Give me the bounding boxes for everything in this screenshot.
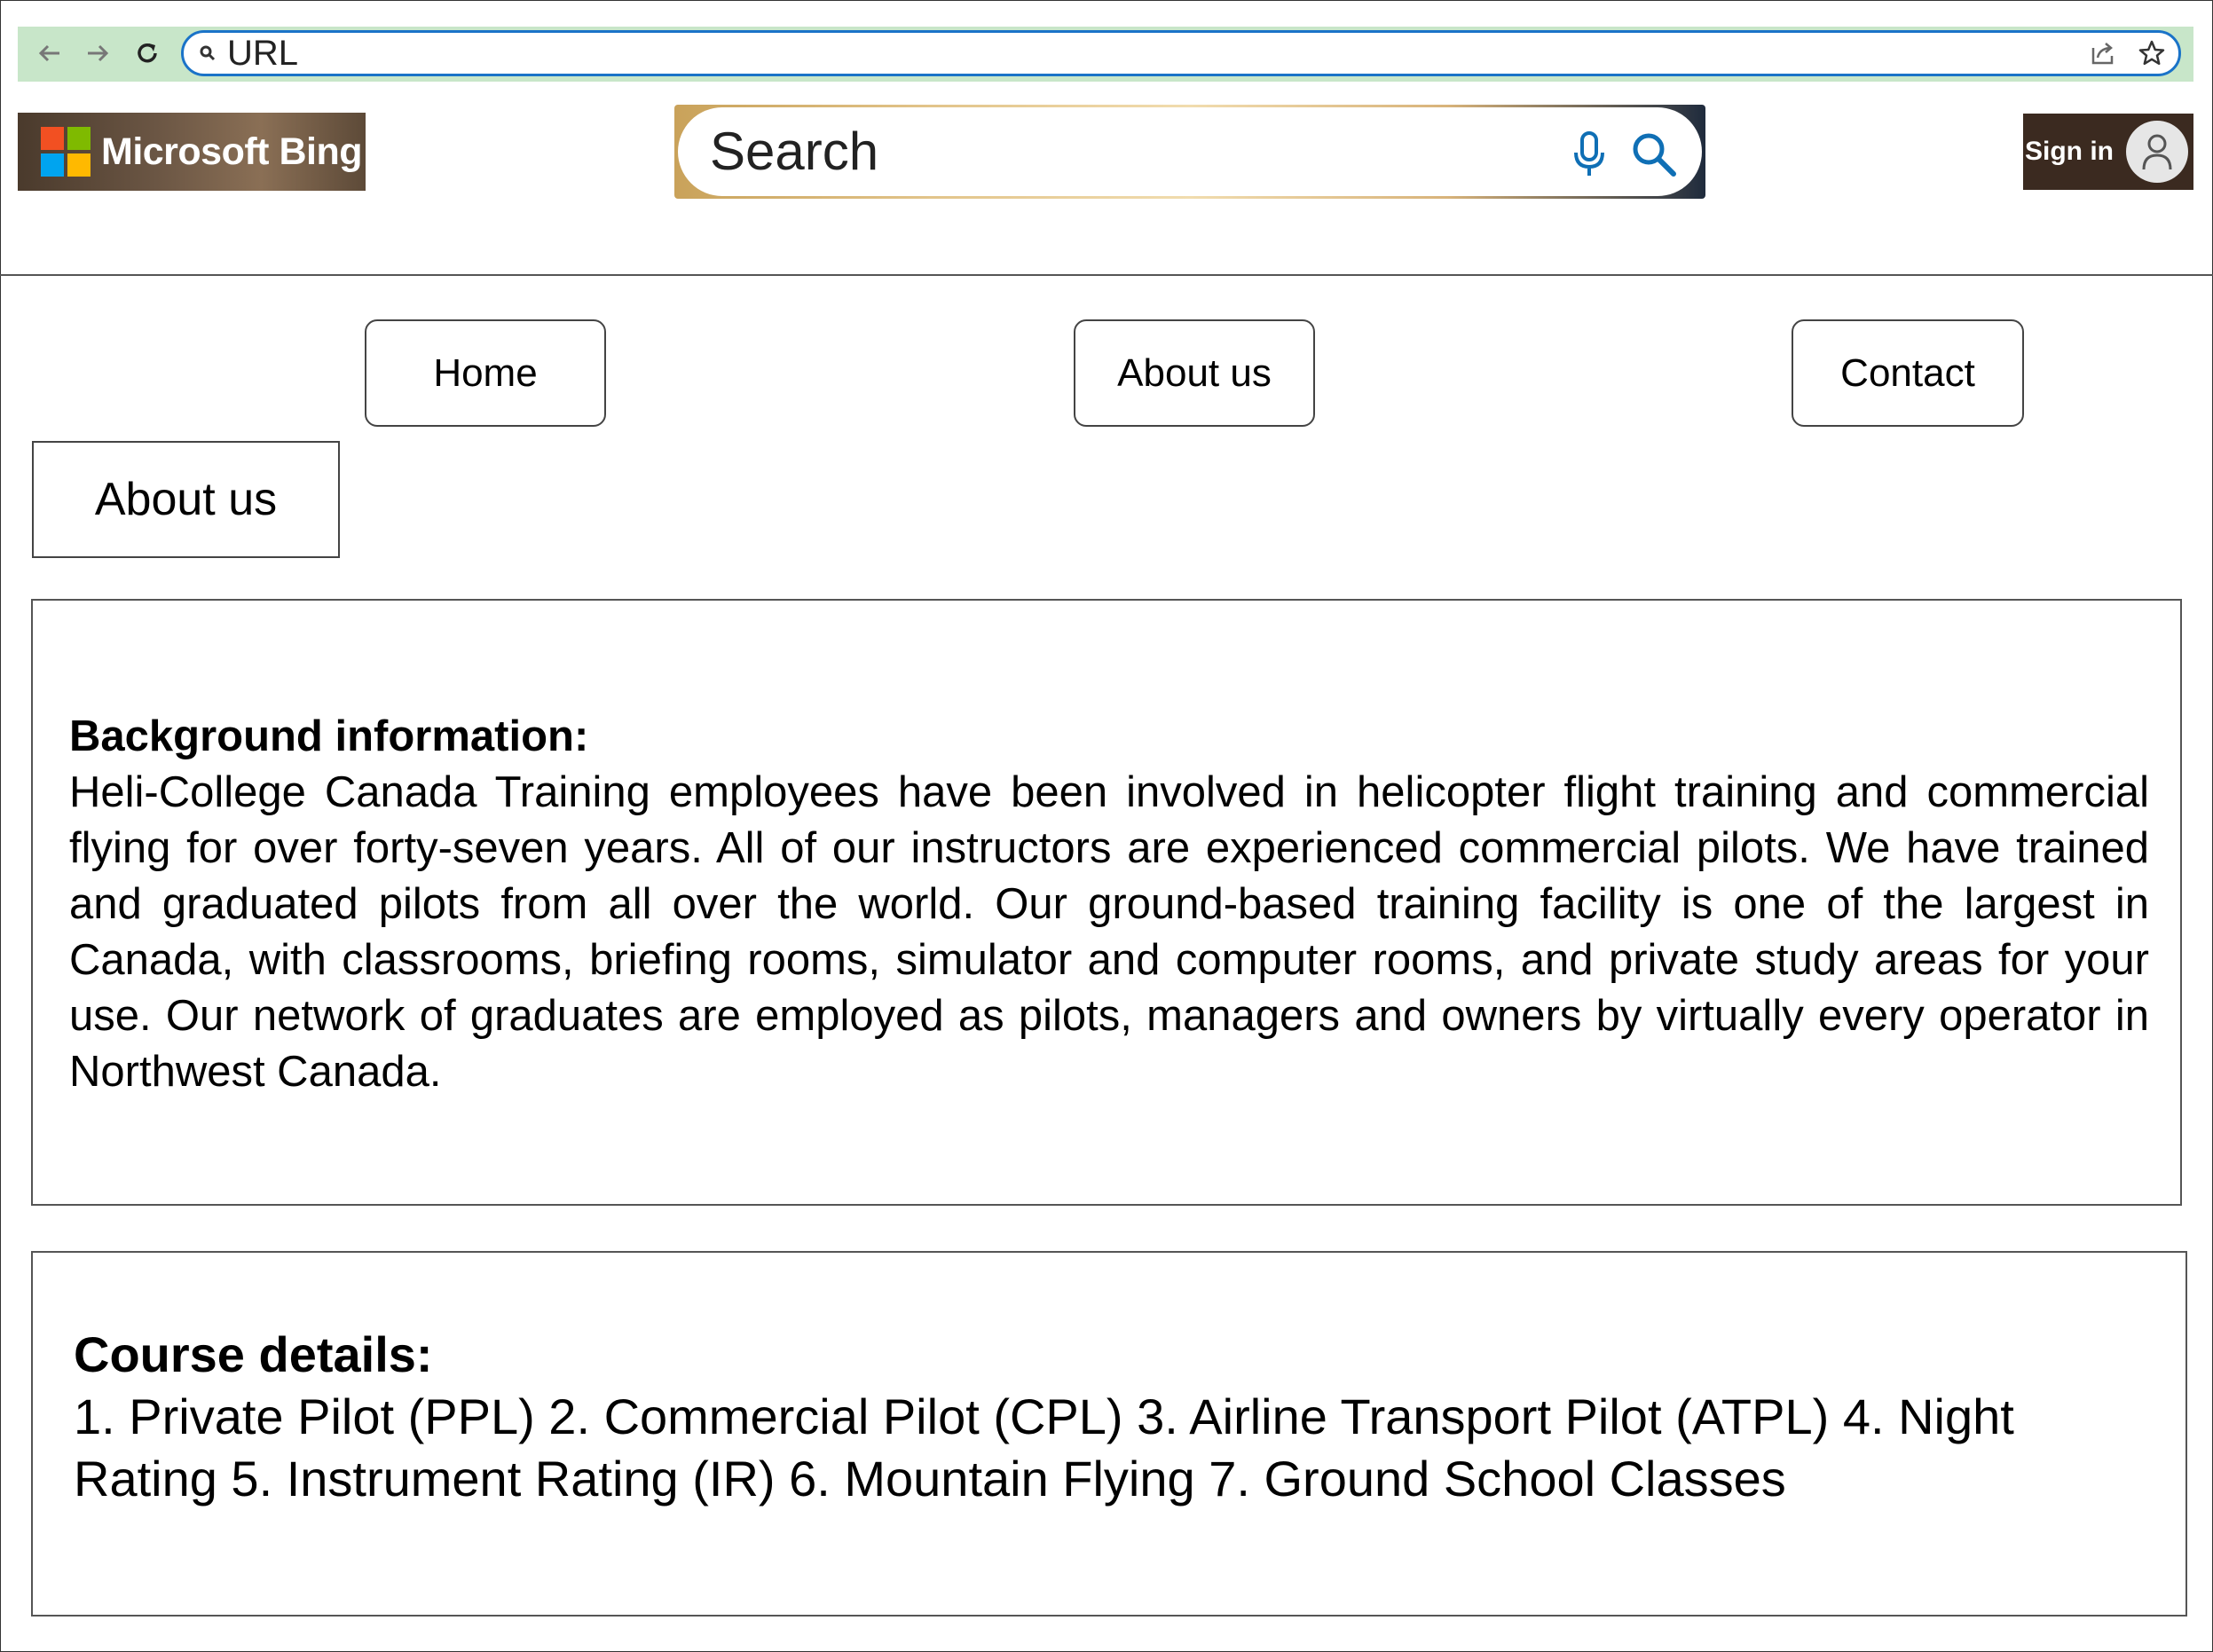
arrow-right-icon[interactable] xyxy=(78,34,117,73)
nav-about-label: About us xyxy=(1117,350,1272,395)
courses-title: Course details: xyxy=(74,1326,433,1382)
nav-contact-label: Contact xyxy=(1840,350,1975,395)
courses-body: 1. Private Pilot (PPL) 2. Commercial Pil… xyxy=(74,1388,2014,1506)
section-title: About us xyxy=(32,441,340,558)
share-icon[interactable] xyxy=(2089,39,2117,67)
search-placeholder: Search xyxy=(710,122,879,181)
windows-logo-icon xyxy=(41,127,91,177)
sign-in-button[interactable]: Sign in xyxy=(2023,114,2193,190)
section-title-label: About us xyxy=(94,474,278,525)
bing-logo[interactable]: Microsoft Bing xyxy=(18,113,366,191)
nav-home-label: Home xyxy=(433,350,538,395)
url-text[interactable]: URL xyxy=(227,30,298,76)
courses-panel: Course details: 1. Private Pilot (PPL) 2… xyxy=(31,1251,2187,1617)
background-title: Background information: xyxy=(69,712,589,760)
microphone-icon[interactable] xyxy=(1569,130,1610,179)
search-icon[interactable] xyxy=(1629,130,1679,179)
sign-in-label: Sign in xyxy=(2025,137,2114,166)
nav-about-button[interactable]: About us xyxy=(1074,319,1315,427)
background-panel: Background information: Heli-College Can… xyxy=(31,599,2182,1206)
background-body: Heli-College Canada Training employees h… xyxy=(69,768,2149,1096)
reload-icon[interactable] xyxy=(128,34,167,73)
avatar-icon xyxy=(2126,121,2188,183)
address-bar[interactable] xyxy=(181,30,2181,76)
url-search-icon xyxy=(197,43,218,64)
arrow-left-icon[interactable] xyxy=(30,34,69,73)
logo-text: Microsoft Bing xyxy=(101,130,362,173)
star-icon[interactable] xyxy=(2137,38,2167,68)
nav-home-button[interactable]: Home xyxy=(365,319,606,427)
header-divider xyxy=(0,274,2213,276)
nav-contact-button[interactable]: Contact xyxy=(1792,319,2024,427)
